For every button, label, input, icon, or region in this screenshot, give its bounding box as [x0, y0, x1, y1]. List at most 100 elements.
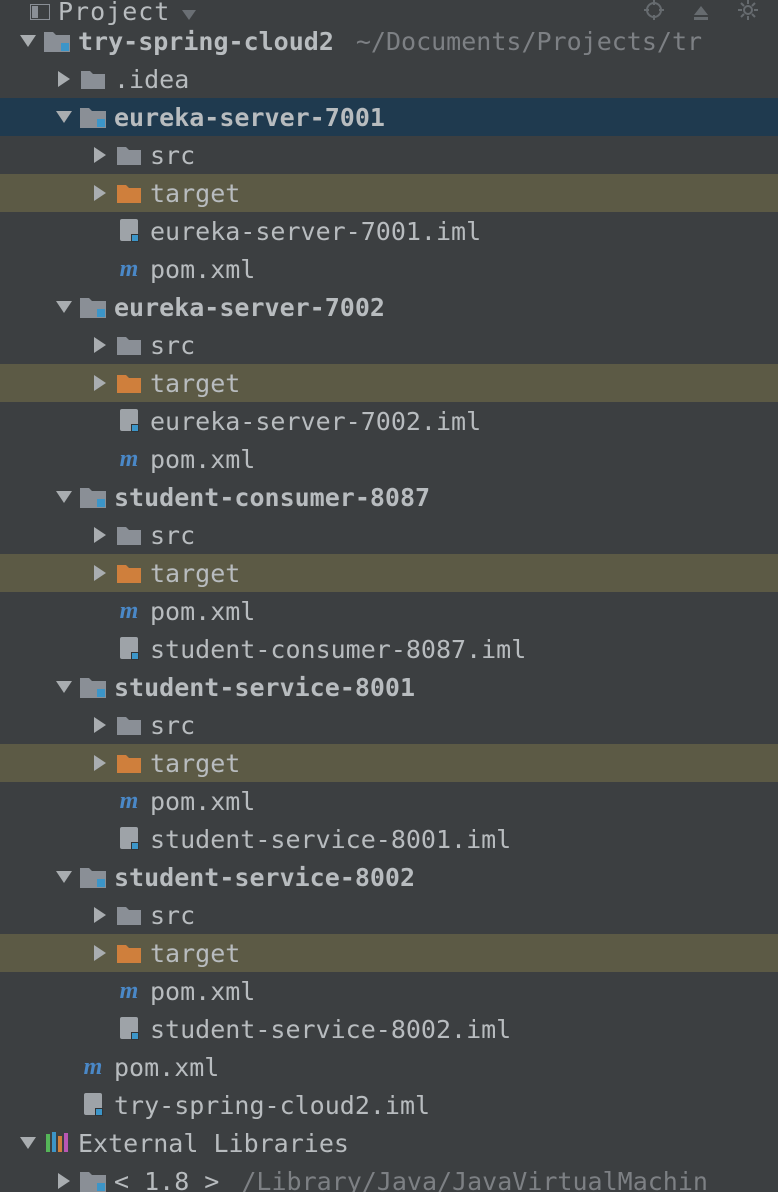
tree-folder-idea[interactable]: .idea [0, 60, 778, 98]
tree-item-label: < 1.8 > [114, 1167, 219, 1192]
folder-excluded-icon [116, 940, 142, 966]
tree-file-pom[interactable]: m pom.xml [0, 782, 778, 820]
tree-folder-src[interactable]: src [0, 136, 778, 174]
tree-file-pom[interactable]: mpom.xml [0, 972, 778, 1010]
module-folder-icon [80, 864, 106, 890]
tree-folder-src[interactable]: src [0, 706, 778, 744]
tree-item-label: student-service-8002.iml [150, 1015, 511, 1044]
tree-item-label: target [150, 179, 240, 208]
tree-folder-target[interactable]: target [0, 554, 778, 592]
chevron-right-icon[interactable] [90, 565, 110, 581]
tree-item-path: ~/Documents/Projects/tr [356, 27, 702, 56]
tree-item-label: External Libraries [78, 1129, 349, 1158]
chevron-down-icon[interactable] [54, 111, 74, 123]
chevron-down-icon[interactable] [18, 1137, 38, 1149]
tree-module[interactable]: eureka-server-7002 [0, 288, 778, 326]
chevron-right-icon[interactable] [90, 375, 110, 391]
chevron-right-icon[interactable] [90, 185, 110, 201]
maven-file-icon: m [116, 446, 142, 472]
folder-excluded-icon [116, 180, 142, 206]
module-folder-icon [80, 484, 106, 510]
tree-folder-target[interactable]: target [0, 364, 778, 402]
tree-file-pom[interactable]: mpom.xml [0, 250, 778, 288]
iml-file-icon [116, 1016, 142, 1042]
tree-item-label: student-consumer-8087.iml [150, 635, 526, 664]
tree-folder-src[interactable]: src [0, 326, 778, 364]
tree-folder-src[interactable]: src [0, 896, 778, 934]
folder-icon [116, 332, 142, 358]
jdk-icon [80, 1168, 106, 1192]
tree-file-pom[interactable]: m pom.xml [0, 1048, 778, 1086]
tree-item-label: target [150, 749, 240, 778]
chevron-right-icon[interactable] [90, 945, 110, 961]
external-libraries-icon [44, 1130, 70, 1156]
tree-item-label: pom.xml [150, 597, 255, 626]
chevron-down-icon[interactable] [54, 681, 74, 693]
chevron-right-icon[interactable] [90, 527, 110, 543]
chevron-right-icon[interactable] [90, 717, 110, 733]
tree-item-label: eureka-server-7002.iml [150, 407, 481, 436]
tree-file-pom[interactable]: m pom.xml [0, 592, 778, 630]
module-folder-icon [80, 104, 106, 130]
chevron-down-icon[interactable] [18, 35, 38, 47]
maven-file-icon: m [80, 1054, 106, 1080]
tree-item-label: target [150, 369, 240, 398]
tree-item-path: /Library/Java/JavaVirtualMachin [241, 1167, 708, 1192]
tree-item-label: src [150, 901, 195, 930]
folder-excluded-icon [116, 750, 142, 776]
tree-item-label: pom.xml [150, 445, 255, 474]
folder-icon [116, 522, 142, 548]
chevron-right-icon[interactable] [90, 337, 110, 353]
tree-item-label: target [150, 559, 240, 588]
tree-item-label: pom.xml [150, 787, 255, 816]
folder-icon [116, 142, 142, 168]
tree-item-label: student-service-8002 [114, 863, 415, 892]
tree-item-label: eureka-server-7002 [114, 293, 385, 322]
tree-external-libraries[interactable]: External Libraries [0, 1124, 778, 1162]
chevron-right-icon[interactable] [54, 71, 74, 87]
maven-file-icon: m [116, 598, 142, 624]
iml-file-icon [116, 826, 142, 852]
chevron-right-icon[interactable] [90, 755, 110, 771]
tree-folder-target[interactable]: target [0, 744, 778, 782]
tree-module[interactable]: eureka-server-7001 [0, 98, 778, 136]
iml-file-icon [116, 636, 142, 662]
maven-file-icon: m [116, 788, 142, 814]
tree-file-pom[interactable]: m pom.xml [0, 440, 778, 478]
chevron-down-icon[interactable] [54, 491, 74, 503]
tree-file-iml[interactable]: student-service-8002.iml [0, 1010, 778, 1048]
tree-item-label: pom.xml [150, 977, 255, 1006]
project-tree[interactable]: try-spring-cloud2~/Documents/Projects/tr… [0, 22, 778, 1192]
tree-item-label: target [150, 939, 240, 968]
tree-jdk[interactable]: < 1.8 > /Library/Java/JavaVirtualMachin [0, 1162, 778, 1192]
tree-item-label: student-consumer-8087 [114, 483, 430, 512]
tree-module[interactable]: student-consumer-8087 [0, 478, 778, 516]
tree-file-iml[interactable]: student-service-8001.iml [0, 820, 778, 858]
tree-file-iml[interactable]: student-consumer-8087.iml [0, 630, 778, 668]
project-panel-header: Project [0, 0, 778, 22]
chevron-right-icon[interactable] [90, 147, 110, 163]
folder-icon [80, 66, 106, 92]
tree-item-label: student-service-8001.iml [150, 825, 511, 854]
tree-item-label: src [150, 521, 195, 550]
tree-item-label: pom.xml [114, 1053, 219, 1082]
tree-item-label: src [150, 711, 195, 740]
chevron-right-icon[interactable] [90, 907, 110, 923]
tree-root[interactable]: try-spring-cloud2~/Documents/Projects/tr [0, 22, 778, 60]
chevron-right-icon[interactable] [54, 1173, 74, 1189]
maven-file-icon: m [116, 256, 142, 282]
tree-module[interactable]: student-service-8001 [0, 668, 778, 706]
tree-folder-src[interactable]: src [0, 516, 778, 554]
chevron-down-icon[interactable] [54, 871, 74, 883]
tree-file-iml[interactable]: try-spring-cloud2.iml [0, 1086, 778, 1124]
module-folder-icon [80, 674, 106, 700]
folder-icon [116, 902, 142, 928]
tree-file-iml[interactable]: eureka-server-7002.iml [0, 402, 778, 440]
chevron-down-icon[interactable] [54, 301, 74, 313]
tree-item-label: src [150, 331, 195, 360]
tree-item-label: try-spring-cloud2.iml [114, 1091, 430, 1120]
tree-module[interactable]: student-service-8002 [0, 858, 778, 896]
tree-folder-target[interactable]: target [0, 174, 778, 212]
tree-file-iml[interactable]: eureka-server-7001.iml [0, 212, 778, 250]
tree-folder-target[interactable]: target [0, 934, 778, 972]
